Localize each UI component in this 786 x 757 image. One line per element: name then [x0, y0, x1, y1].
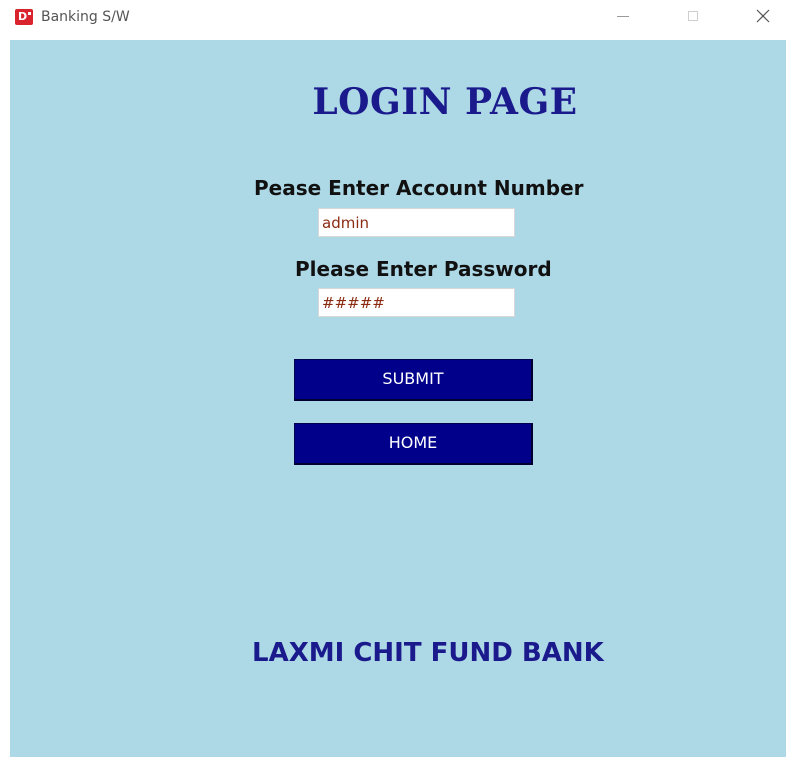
- page-title: LOGIN PAGE: [312, 81, 578, 123]
- app-window: D Banking S/W LOGIN PAGE Pease Enter Acc…: [0, 0, 786, 757]
- bank-name: LAXMI CHIT FUND BANK: [252, 638, 604, 668]
- password-label: Please Enter Password: [295, 257, 552, 281]
- minimize-icon: [617, 15, 629, 17]
- close-button[interactable]: [740, 0, 786, 32]
- account-number-label: Pease Enter Account Number: [254, 176, 584, 200]
- app-logo-icon: D: [15, 9, 33, 25]
- home-button[interactable]: HOME: [294, 423, 533, 465]
- window-title: Banking S/W: [41, 9, 130, 25]
- submit-button[interactable]: SUBMIT: [294, 359, 533, 401]
- password-field[interactable]: [318, 288, 515, 317]
- close-icon: [756, 9, 770, 23]
- minimize-button[interactable]: [600, 0, 646, 32]
- account-number-field[interactable]: [318, 208, 515, 237]
- title-bar[interactable]: D Banking S/W: [0, 0, 786, 40]
- maximize-button[interactable]: [670, 0, 716, 32]
- maximize-icon: [688, 11, 698, 21]
- login-panel: LOGIN PAGE Pease Enter Account Number Pl…: [10, 40, 786, 757]
